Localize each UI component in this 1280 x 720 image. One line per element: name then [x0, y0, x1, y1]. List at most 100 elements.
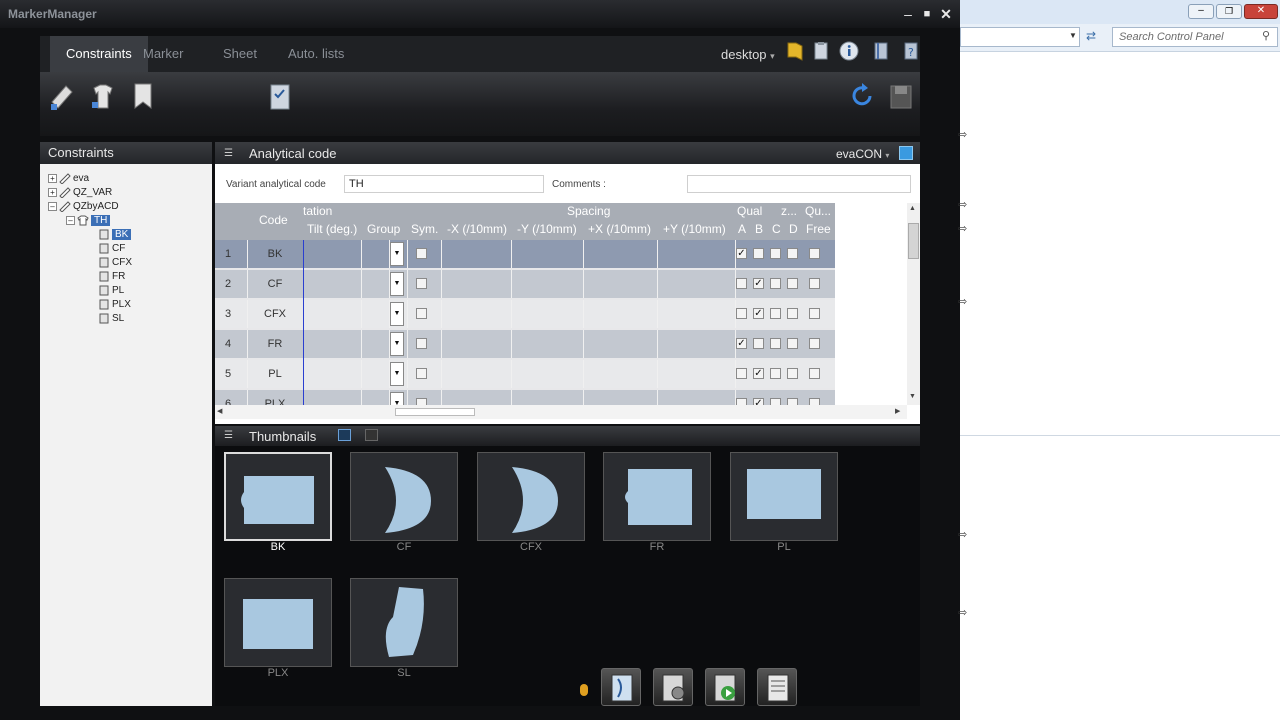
- b-column-header[interactable]: B: [755, 222, 763, 236]
- marker-app-icon[interactable]: [601, 668, 641, 706]
- book-icon[interactable]: [870, 40, 892, 62]
- quality-b-checkbox[interactable]: ✓: [753, 398, 764, 405]
- quality-c-checkbox[interactable]: [770, 278, 781, 289]
- settings-app-icon[interactable]: [653, 668, 693, 706]
- table-row[interactable]: 1 BK ▼ ✓: [215, 240, 835, 268]
- table-row[interactable]: 4 FR ▼ ✓: [215, 330, 835, 358]
- quality-c-checkbox[interactable]: [770, 368, 781, 379]
- thumbnail-fr[interactable]: [603, 452, 711, 541]
- code-column-header[interactable]: Code: [259, 213, 288, 227]
- quality-a-checkbox[interactable]: [736, 368, 747, 379]
- search-input[interactable]: Search Control Panel: [1112, 27, 1278, 47]
- free-checkbox[interactable]: [809, 308, 820, 319]
- refresh-icon[interactable]: ⇄: [1086, 29, 1096, 43]
- quality-a-checkbox[interactable]: ✓: [736, 248, 747, 259]
- play-app-icon[interactable]: [705, 668, 745, 706]
- tree-item-sl[interactable]: SL: [48, 312, 208, 326]
- tree-item-cf[interactable]: CF: [48, 242, 208, 256]
- quality-d-checkbox[interactable]: [787, 368, 798, 379]
- tree-item-pl[interactable]: PL: [48, 284, 208, 298]
- free-column-header[interactable]: Free: [806, 222, 831, 236]
- a-column-header[interactable]: A: [738, 222, 746, 236]
- sym-checkbox[interactable]: [416, 308, 427, 319]
- sym-checkbox[interactable]: [416, 248, 427, 259]
- info-icon[interactable]: [838, 40, 860, 62]
- panel-menu-icon[interactable]: ☰: [224, 148, 233, 159]
- expand-icon[interactable]: +: [48, 187, 57, 197]
- free-checkbox[interactable]: [809, 368, 820, 379]
- code-cell[interactable]: CFX: [247, 300, 303, 328]
- variant-field[interactable]: TH: [344, 175, 544, 193]
- plus-y-column-header[interactable]: +Y (/10mm): [663, 222, 726, 236]
- folder-icon[interactable]: [784, 40, 806, 62]
- cp-restore-button[interactable]: ❐: [1216, 4, 1242, 19]
- thumbnail-pl[interactable]: [730, 452, 838, 541]
- code-cell[interactable]: PLX: [247, 390, 303, 405]
- save-icon[interactable]: [886, 80, 916, 114]
- expand-icon[interactable]: +: [48, 173, 57, 183]
- chevron-down-icon[interactable]: ▼: [1069, 31, 1077, 40]
- help-icon[interactable]: ?: [900, 40, 922, 62]
- tab-auto-lists[interactable]: Auto. lists: [272, 36, 360, 72]
- tree-item-th[interactable]: – TH: [48, 214, 208, 228]
- group-dropdown[interactable]: ▼: [390, 242, 404, 266]
- quality-d-checkbox[interactable]: [787, 398, 798, 405]
- quality-d-checkbox[interactable]: [787, 338, 798, 349]
- grid-vertical-scrollbar[interactable]: ▲ ▼: [907, 203, 920, 405]
- quality-d-checkbox[interactable]: [787, 308, 798, 319]
- sym-checkbox[interactable]: [416, 398, 427, 405]
- quality-d-checkbox[interactable]: [787, 248, 798, 259]
- tab-marker[interactable]: Marker: [127, 36, 199, 72]
- quality-a-checkbox[interactable]: [736, 308, 747, 319]
- desktop-dropdown[interactable]: desktop ▾: [721, 47, 775, 62]
- thumbnail-cfx[interactable]: [477, 452, 585, 541]
- tilt-column-header[interactable]: Tilt (deg.): [307, 222, 357, 236]
- scroll-up-icon[interactable]: ▲: [909, 205, 916, 212]
- group-dropdown[interactable]: ▼: [390, 362, 404, 386]
- thumbnail-plx[interactable]: [224, 578, 332, 667]
- tree-item-qzbyacd[interactable]: – QZbyACD: [48, 200, 208, 214]
- quality-b-checkbox[interactable]: [753, 338, 764, 349]
- minus-x-column-header[interactable]: -X (/10mm): [447, 222, 507, 236]
- thumbnail-bk[interactable]: [224, 452, 332, 541]
- collapse-icon[interactable]: –: [66, 215, 75, 225]
- quality-a-checkbox[interactable]: [736, 398, 747, 405]
- free-checkbox[interactable]: [809, 338, 820, 349]
- pin-icon[interactable]: [580, 684, 588, 696]
- quality-b-checkbox[interactable]: ✓: [753, 278, 764, 289]
- code-cell[interactable]: BK: [247, 240, 303, 268]
- refresh-icon[interactable]: [848, 80, 878, 114]
- address-bar[interactable]: ▼: [960, 27, 1080, 47]
- clipboard-icon[interactable]: [810, 40, 832, 62]
- sym-column-header[interactable]: Sym.: [411, 222, 438, 236]
- tree-item-fr[interactable]: FR: [48, 270, 208, 284]
- scroll-down-icon[interactable]: ▼: [909, 393, 916, 400]
- column-splitter[interactable]: [303, 240, 304, 405]
- tree-item-bk[interactable]: BK: [48, 228, 208, 242]
- bookmark-tool-icon[interactable]: [128, 80, 158, 114]
- quality-b-checkbox[interactable]: [753, 248, 764, 259]
- cp-minimize-button[interactable]: –: [1188, 4, 1214, 19]
- tree-item-plx[interactable]: PLX: [48, 298, 208, 312]
- group-dropdown[interactable]: ▼: [390, 302, 404, 326]
- scrollbar-thumb[interactable]: [908, 223, 919, 259]
- group-dropdown[interactable]: ▼: [390, 392, 404, 405]
- plus-x-column-header[interactable]: +X (/10mm): [588, 222, 651, 236]
- garment-tool-icon[interactable]: [88, 80, 118, 114]
- scroll-left-icon[interactable]: ◀: [217, 407, 222, 415]
- pencil-tool-icon[interactable]: [46, 80, 76, 114]
- minimize-button[interactable]: –: [898, 4, 918, 24]
- group-column-header[interactable]: Group: [367, 222, 400, 236]
- cp-close-button[interactable]: ✕: [1244, 4, 1278, 19]
- quality-c-checkbox[interactable]: [770, 398, 781, 405]
- hscroll-thumb[interactable]: [395, 408, 475, 416]
- group-dropdown[interactable]: ▼: [390, 332, 404, 356]
- quality-c-checkbox[interactable]: [770, 308, 781, 319]
- quality-b-checkbox[interactable]: ✓: [753, 308, 764, 319]
- sym-checkbox[interactable]: [416, 338, 427, 349]
- code-cell[interactable]: CF: [247, 270, 303, 298]
- quality-d-checkbox[interactable]: [787, 278, 798, 289]
- report-app-icon[interactable]: [757, 668, 797, 706]
- table-row[interactable]: 6 PLX ▼ ✓: [215, 390, 835, 405]
- table-row[interactable]: 3 CFX ▼ ✓: [215, 300, 835, 328]
